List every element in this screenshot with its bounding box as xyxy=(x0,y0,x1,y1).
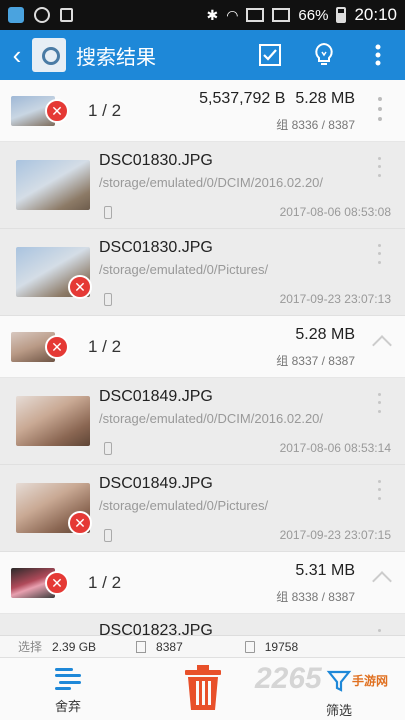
file-date: 2017-09-23 23:07:15 xyxy=(279,528,391,542)
group-id: 组 8338 / 8387 xyxy=(276,590,355,604)
file-path: /storage/emulated/0/Pictures/ xyxy=(99,498,269,513)
file-item[interactable]: DSC01830.JPG /storage/emulated/0/DCIM/20… xyxy=(0,142,405,229)
app-bar: ‹ 搜索结果 xyxy=(0,30,405,80)
delete-trash-button[interactable] xyxy=(183,664,223,712)
chevron-up-icon[interactable] xyxy=(372,571,392,591)
overflow-menu-button[interactable] xyxy=(351,30,405,80)
group-size: 5.28 MB xyxy=(295,90,355,107)
groups-icon xyxy=(136,640,147,653)
battery-icon xyxy=(336,7,347,23)
file-path: /storage/emulated/0/Pictures/ xyxy=(99,262,269,277)
lightbulb-icon xyxy=(315,42,333,65)
app-logo-icon xyxy=(32,38,66,72)
file-item[interactable]: ✕ DSC01830.JPG /storage/emulated/0/Pictu… xyxy=(0,229,405,316)
phone-storage-icon xyxy=(104,529,112,542)
file-item[interactable]: DSC01849.JPG /storage/emulated/0/DCIM/20… xyxy=(0,378,405,465)
back-arrow-icon[interactable]: ‹ xyxy=(4,40,30,71)
group-id: 组 8337 / 8387 xyxy=(276,354,355,368)
file-path: /storage/emulated/0/DCIM/2016.02.20/ xyxy=(99,175,324,190)
tips-button[interactable] xyxy=(297,30,351,80)
file-item[interactable]: DSC01823.JPG xyxy=(0,614,405,635)
bag-icon xyxy=(60,8,73,22)
file-date: 2017-08-06 08:53:08 xyxy=(279,205,391,219)
files-total: 19758 xyxy=(264,639,299,654)
file-date: 2017-09-23 23:07:13 xyxy=(279,292,391,306)
selected-label: 选择 xyxy=(18,640,43,654)
watermark-logo: 2265 xyxy=(255,662,322,695)
group-thumbnail: ✕ xyxy=(11,331,69,362)
group-count: 1 / 2 xyxy=(88,336,122,356)
bluetooth-icon: ✱ xyxy=(206,6,219,23)
signal-icon xyxy=(246,8,265,22)
delete-mark-icon[interactable]: ✕ xyxy=(45,334,69,359)
group-count: 1 / 2 xyxy=(88,100,122,120)
file-thumbnail xyxy=(16,396,90,446)
file-menu-icon[interactable] xyxy=(375,626,383,635)
checkbox-icon xyxy=(259,44,281,66)
group-bytes: 5,537,792 B xyxy=(199,90,286,107)
file-date: 2017-08-06 08:53:14 xyxy=(279,441,391,455)
more-vert-icon xyxy=(375,44,381,66)
group-menu-icon[interactable] xyxy=(375,94,385,124)
trash-icon xyxy=(185,665,221,710)
file-name: DSC01830.JPG xyxy=(99,239,213,256)
bottom-action-bar: 舍弃 筛选 xyxy=(0,657,405,720)
delete-mark-icon[interactable]: ✕ xyxy=(45,98,69,123)
delete-mark-icon[interactable]: ✕ xyxy=(68,511,92,535)
select-all-button[interactable] xyxy=(243,30,297,80)
abandon-label: 舍弃 xyxy=(54,699,81,714)
battery-percent: 66% xyxy=(298,6,329,24)
group-thumbnail: ✕ xyxy=(11,567,69,598)
group-thumbnail: ✕ xyxy=(11,95,69,126)
file-menu-icon[interactable] xyxy=(375,154,383,180)
file-item[interactable]: ✕ DSC01849.JPG /storage/emulated/0/Pictu… xyxy=(0,465,405,552)
abandon-button[interactable]: 舍弃 xyxy=(38,664,98,715)
file-thumbnail xyxy=(16,160,90,210)
filter-label: 筛选 xyxy=(325,703,352,718)
phone-storage-icon xyxy=(104,293,112,306)
file-menu-icon[interactable] xyxy=(375,477,383,503)
duplicate-group-header[interactable]: ✕ 1 / 2 5.28 MB 组 8337 / 8387 xyxy=(0,316,405,378)
phone-storage-icon xyxy=(104,442,112,455)
file-thumbnail: ✕ xyxy=(16,247,92,299)
clock: 20:10 xyxy=(354,5,397,24)
status-bar: ✱ ◠ 66% 20:10 xyxy=(0,0,405,30)
file-menu-icon[interactable] xyxy=(375,390,383,416)
filter-funnel-icon xyxy=(326,670,352,692)
groups-total: 8387 xyxy=(156,639,183,654)
file-path: /storage/emulated/0/DCIM/2016.02.20/ xyxy=(99,411,324,426)
file-menu-icon[interactable] xyxy=(375,241,383,267)
summary-bar: 选择 2.39 GB 8387 19758 xyxy=(0,635,405,657)
file-name: DSC01830.JPG xyxy=(99,152,213,169)
blocked-icon xyxy=(34,7,50,23)
watermark-text: 手游网 xyxy=(352,674,389,688)
file-icon xyxy=(244,640,255,653)
wifi-icon: ◠ xyxy=(226,6,239,23)
app-notification-icon xyxy=(8,7,24,23)
duplicate-group-header[interactable]: ✕ 1 / 2 5,537,792 B 5.28 MB 组 8336 / 8387 xyxy=(0,80,405,142)
results-list[interactable]: ✕ 1 / 2 5,537,792 B 5.28 MB 组 8336 / 8387… xyxy=(0,80,405,635)
group-size: 5.28 MB xyxy=(295,326,355,343)
group-id: 组 8336 / 8387 xyxy=(276,118,355,132)
duplicate-group-header[interactable]: ✕ 1 / 2 5.31 MB 组 8338 / 8387 xyxy=(0,552,405,614)
page-title: 搜索结果 xyxy=(76,44,156,69)
delete-mark-icon[interactable]: ✕ xyxy=(45,570,69,595)
file-name: DSC01849.JPG xyxy=(99,388,213,405)
list-lines-icon xyxy=(55,668,81,690)
group-count: 1 / 2 xyxy=(88,572,122,592)
chevron-up-icon[interactable] xyxy=(372,335,392,355)
delete-mark-icon[interactable]: ✕ xyxy=(68,275,92,299)
file-name: DSC01849.JPG xyxy=(99,475,213,492)
selected-size: 2.39 GB xyxy=(52,639,97,654)
file-thumbnail: ✕ xyxy=(16,483,92,535)
file-name: DSC01823.JPG xyxy=(99,622,213,635)
group-size: 5.31 MB xyxy=(295,562,355,579)
phone-storage-icon xyxy=(104,206,112,219)
signal-icon-2 xyxy=(272,8,291,22)
